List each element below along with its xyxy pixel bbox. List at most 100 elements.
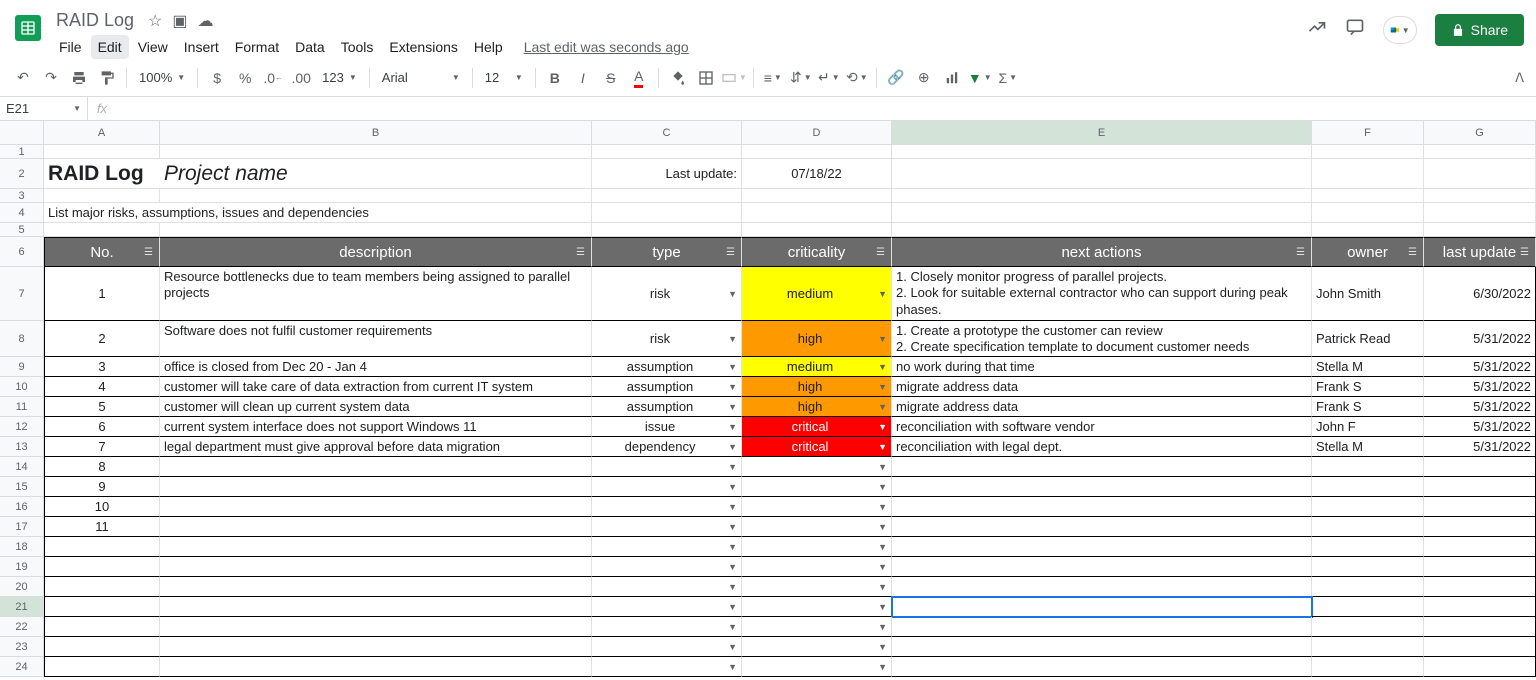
cell[interactable] bbox=[44, 189, 160, 203]
cloud-icon[interactable]: ☁ bbox=[198, 11, 214, 31]
cell[interactable] bbox=[160, 189, 592, 203]
zoom-select[interactable]: 100%▼ bbox=[133, 70, 191, 85]
cell[interactable] bbox=[1312, 637, 1424, 657]
row-header[interactable]: 22 bbox=[0, 617, 44, 637]
filter-icon[interactable]: ☰ bbox=[576, 247, 585, 258]
cell[interactable]: high▼ bbox=[742, 397, 892, 417]
chart-icon[interactable] bbox=[939, 65, 965, 91]
table-header[interactable]: description☰ bbox=[160, 237, 592, 267]
cell[interactable]: 5/31/2022 bbox=[1424, 397, 1536, 417]
cell[interactable]: risk▼ bbox=[592, 321, 742, 357]
cell[interactable] bbox=[160, 657, 592, 677]
cell[interactable] bbox=[160, 637, 592, 657]
cell[interactable] bbox=[1424, 189, 1536, 203]
cell[interactable] bbox=[1312, 189, 1424, 203]
cell[interactable] bbox=[892, 159, 1312, 189]
align-icon[interactable]: ≡▼ bbox=[760, 65, 786, 91]
cell[interactable] bbox=[892, 617, 1312, 637]
cell[interactable] bbox=[742, 145, 892, 159]
cell[interactable]: 3 bbox=[44, 357, 160, 377]
row-header[interactable]: 3 bbox=[0, 189, 44, 203]
cell[interactable] bbox=[1424, 597, 1536, 617]
cell[interactable]: 4 bbox=[44, 377, 160, 397]
cell[interactable]: ▼ bbox=[742, 557, 892, 577]
cell[interactable] bbox=[1312, 597, 1424, 617]
cell[interactable] bbox=[1424, 159, 1536, 189]
cell[interactable]: high▼ bbox=[742, 377, 892, 397]
cell[interactable]: ▼ bbox=[742, 537, 892, 557]
row-header[interactable]: 17 bbox=[0, 517, 44, 537]
row-header[interactable]: 18 bbox=[0, 537, 44, 557]
cell[interactable] bbox=[892, 457, 1312, 477]
dropdown-icon[interactable]: ▼ bbox=[724, 382, 737, 392]
row-header[interactable]: 19 bbox=[0, 557, 44, 577]
dropdown-icon[interactable]: ▼ bbox=[874, 462, 887, 472]
cell[interactable]: ▼ bbox=[592, 637, 742, 657]
undo-icon[interactable]: ↶ bbox=[10, 65, 36, 91]
formula-input[interactable] bbox=[116, 97, 1536, 120]
cell[interactable] bbox=[1312, 223, 1424, 237]
cell[interactable] bbox=[160, 477, 592, 497]
cell[interactable]: 10 bbox=[44, 497, 160, 517]
dropdown-icon[interactable]: ▼ bbox=[724, 642, 737, 652]
row-header[interactable]: 11 bbox=[0, 397, 44, 417]
sheets-logo[interactable] bbox=[8, 8, 48, 48]
row-header[interactable]: 14 bbox=[0, 457, 44, 477]
font-select[interactable]: Arial▼ bbox=[376, 70, 466, 85]
dropdown-icon[interactable]: ▼ bbox=[874, 382, 887, 392]
cell[interactable]: ▼ bbox=[742, 637, 892, 657]
name-box[interactable]: E21▼ bbox=[0, 97, 88, 120]
menu-tools[interactable]: Tools bbox=[334, 35, 381, 59]
dropdown-icon[interactable]: ▼ bbox=[874, 622, 887, 632]
dropdown-icon[interactable]: ▼ bbox=[724, 602, 737, 612]
cell[interactable]: Frank S bbox=[1312, 397, 1424, 417]
cell[interactable] bbox=[1424, 657, 1536, 677]
cell[interactable]: ▼ bbox=[592, 657, 742, 677]
dropdown-icon[interactable]: ▼ bbox=[874, 602, 887, 612]
cell[interactable] bbox=[160, 577, 592, 597]
cell[interactable] bbox=[1312, 617, 1424, 637]
cell[interactable] bbox=[592, 145, 742, 159]
cell[interactable]: ▼ bbox=[592, 557, 742, 577]
comment-insert-icon[interactable]: ⊕ bbox=[911, 65, 937, 91]
column-header[interactable]: B bbox=[160, 121, 592, 145]
column-header[interactable]: G bbox=[1424, 121, 1536, 145]
cell[interactable]: ▼ bbox=[742, 657, 892, 677]
cell[interactable] bbox=[160, 203, 592, 223]
cell[interactable] bbox=[592, 223, 742, 237]
cell[interactable]: 5/31/2022 bbox=[1424, 377, 1536, 397]
cell[interactable] bbox=[742, 223, 892, 237]
link-icon[interactable]: 🔗 bbox=[883, 65, 909, 91]
cell[interactable]: ▼ bbox=[592, 597, 742, 617]
dropdown-icon[interactable]: ▼ bbox=[724, 622, 737, 632]
filter-icon[interactable]: ☰ bbox=[726, 247, 735, 258]
meet-icon[interactable]: ▼ bbox=[1383, 16, 1417, 44]
dropdown-icon[interactable]: ▼ bbox=[724, 334, 737, 344]
cell[interactable]: 6/30/2022 bbox=[1424, 267, 1536, 321]
rotate-icon[interactable]: ⟲▼ bbox=[844, 65, 870, 91]
dropdown-icon[interactable]: ▼ bbox=[874, 662, 887, 672]
cell[interactable] bbox=[1424, 617, 1536, 637]
cell[interactable] bbox=[1312, 457, 1424, 477]
menu-help[interactable]: Help bbox=[467, 35, 510, 59]
merge-icon[interactable]: ▼ bbox=[721, 65, 747, 91]
cell[interactable]: medium▼ bbox=[742, 357, 892, 377]
cell[interactable]: ▼ bbox=[742, 597, 892, 617]
dropdown-icon[interactable]: ▼ bbox=[874, 562, 887, 572]
row-header[interactable]: 6 bbox=[0, 237, 44, 267]
menu-edit[interactable]: Edit bbox=[91, 35, 129, 59]
cell[interactable] bbox=[1312, 203, 1424, 223]
cell[interactable] bbox=[592, 189, 742, 203]
cell[interactable]: issue▼ bbox=[592, 417, 742, 437]
collapse-toolbar-icon[interactable]: ᐱ bbox=[1515, 70, 1524, 86]
row-header[interactable]: 1 bbox=[0, 145, 44, 159]
cell[interactable] bbox=[160, 617, 592, 637]
dropdown-icon[interactable]: ▼ bbox=[874, 482, 887, 492]
functions-icon[interactable]: Σ▼ bbox=[995, 65, 1021, 91]
cell[interactable] bbox=[44, 637, 160, 657]
column-header[interactable]: D bbox=[742, 121, 892, 145]
cell[interactable]: ▼ bbox=[742, 617, 892, 637]
cell[interactable]: 07/18/22 bbox=[742, 159, 892, 189]
cell[interactable] bbox=[160, 537, 592, 557]
cell[interactable]: no work during that time bbox=[892, 357, 1312, 377]
